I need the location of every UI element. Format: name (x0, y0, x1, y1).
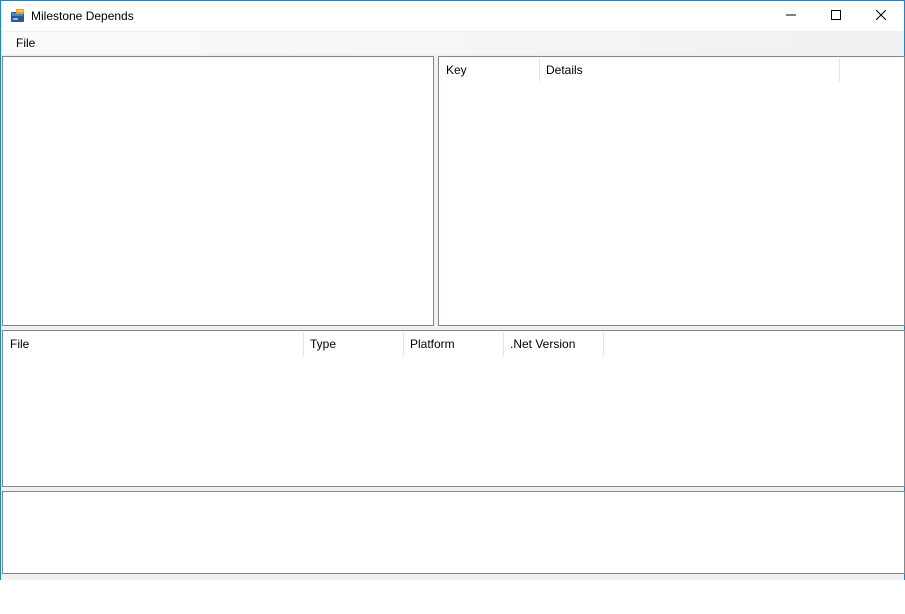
close-button[interactable] (858, 1, 904, 31)
maximize-button[interactable] (813, 1, 859, 31)
column-header-net-version[interactable]: .Net Version (504, 332, 604, 356)
files-list-view[interactable]: File Type Platform .Net Version (2, 330, 905, 487)
close-icon (875, 9, 887, 23)
window-title: Milestone Depends (31, 9, 134, 23)
details-header-row: Key Details (440, 58, 840, 82)
title-bar[interactable]: Milestone Depends (1, 1, 904, 31)
dependency-tree-view[interactable] (2, 56, 434, 326)
menu-file[interactable]: File (10, 35, 41, 51)
column-header-type[interactable]: Type (304, 332, 404, 356)
column-header-key[interactable]: Key (440, 58, 540, 82)
column-header-file[interactable]: File (4, 332, 304, 356)
column-header-details[interactable]: Details (540, 58, 840, 82)
output-log-box[interactable] (2, 491, 905, 574)
files-header-row: File Type Platform .Net Version (4, 332, 604, 356)
minimize-icon (786, 9, 796, 23)
menu-bar: File (1, 32, 904, 54)
status-strip (1, 576, 904, 580)
details-list-view[interactable]: Key Details (438, 56, 905, 326)
column-header-platform[interactable]: Platform (404, 332, 504, 356)
main-window: Milestone Depends File Key Details File … (0, 0, 905, 580)
minimize-button[interactable] (768, 1, 814, 31)
app-icon (10, 8, 26, 24)
maximize-icon (831, 9, 841, 23)
